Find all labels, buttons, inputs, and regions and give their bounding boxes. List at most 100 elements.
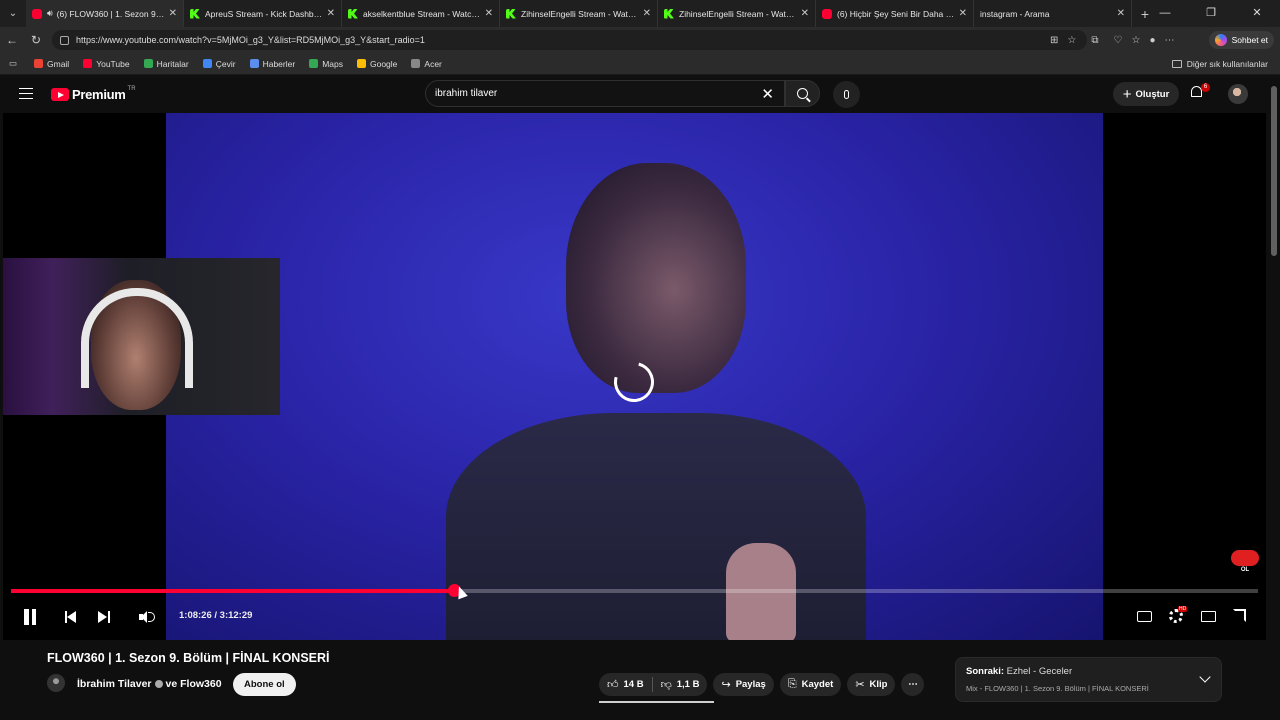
tab-title: (6) FLOW360 | 1. Sezon 9. Bölü	[56, 8, 165, 19]
page-scrollbar[interactable]	[1268, 76, 1280, 720]
bookmark-label: Haberler	[262, 58, 296, 69]
pause-icon[interactable]	[23, 609, 37, 625]
browser-tab[interactable]: (6) Hiçbir Şey Seni Bir Daha Etkileye ✕	[816, 0, 974, 27]
performer-head	[566, 163, 746, 393]
menu-icon[interactable]	[19, 88, 33, 99]
tab-title: ZihinselEngelli Stream - Watch Live	[679, 8, 797, 19]
search-button[interactable]	[785, 80, 820, 107]
bookmark-item[interactable]: Maps	[309, 59, 343, 69]
close-tab-icon[interactable]: ✕	[643, 8, 651, 19]
notifications-button[interactable]: 6	[1191, 83, 1210, 100]
clip-button[interactable]: ✂ Klip	[847, 673, 896, 696]
bookmark-item[interactable]: Acer	[411, 58, 442, 69]
previous-icon[interactable]	[65, 611, 77, 623]
address-toolbar: ← ↻ https://www.youtube.com/watch?v=5MjM…	[0, 27, 1280, 53]
verified-icon	[154, 680, 163, 689]
browser-tab[interactable]: ZihinselEngelli Stream - Watch Live ✕	[658, 0, 816, 27]
browser-tab[interactable]: ApreuS Stream - Kick Dashboard ✕	[184, 0, 342, 27]
address-bar[interactable]: https://www.youtube.com/watch?v=5MjMOi_g…	[52, 30, 1087, 50]
account-avatar[interactable]	[1228, 84, 1248, 104]
settings-gear-icon[interactable]: HD	[1169, 606, 1188, 625]
refresh-button[interactable]: ↻	[24, 33, 48, 47]
favorites-icon[interactable]: ☆	[1131, 35, 1140, 46]
subscribe-watermark[interactable]: ABONE OL	[1231, 550, 1259, 576]
clear-search-icon[interactable]: ✕	[761, 85, 774, 103]
dislike-button[interactable]: 👎︎ 1,1 B	[653, 673, 708, 696]
bookmark-favicon-icon	[309, 59, 319, 68]
bookmark-favicon-icon	[356, 59, 366, 68]
browser-tab[interactable]: ZihinselEngelli Stream - Watch Live ✕	[500, 0, 658, 27]
bookmark-item[interactable]: Google	[356, 59, 397, 69]
close-tab-icon[interactable]: ✕	[1117, 8, 1125, 19]
fullscreen-icon[interactable]	[1233, 609, 1249, 625]
channel-name[interactable]: İbrahim Tilaver ve Flow360	[77, 678, 222, 690]
bookmark-item[interactable]: YouTube	[83, 59, 130, 69]
video-details: FLOW360 | 1. Sezon 9. Bölüm | FİNAL KONS…	[0, 640, 1280, 720]
url-text: https://www.youtube.com/watch?v=5MjMOi_g…	[76, 35, 425, 45]
bookmark-label: Çevir	[215, 58, 236, 69]
site-info-icon[interactable]	[60, 35, 69, 45]
up-next-card[interactable]: Sonraki: Ezhel - Geceler Mix - FLOW360 |…	[955, 657, 1222, 702]
more-actions-button[interactable]: ⋯	[901, 673, 925, 696]
thumbs-up-icon: 👍︎	[607, 679, 619, 691]
volume-icon[interactable]	[139, 611, 155, 623]
share-button[interactable]: ↪ Paylaş	[713, 673, 774, 696]
browser-tab[interactable]: akselkentblue Stream - Watch Live ✕	[342, 0, 500, 27]
bookmark-item[interactable]: Haberler	[249, 58, 296, 69]
bookmark-item[interactable]: Çevir	[202, 58, 236, 69]
copilot-button[interactable]: Sohbet et	[1208, 31, 1274, 49]
back-button[interactable]: ←	[0, 33, 24, 47]
extensions-icon[interactable]: ⧉	[1091, 35, 1098, 46]
minimize-button[interactable]: —	[1142, 0, 1188, 27]
close-tab-icon[interactable]: ✕	[485, 8, 493, 19]
close-tab-icon[interactable]: ✕	[327, 8, 335, 19]
like-button[interactable]: 👍︎ 14 B	[599, 673, 652, 696]
bookmark-favicon-icon	[34, 59, 43, 68]
youtube-play-icon	[51, 88, 69, 101]
bookmark-item[interactable]: Haritalar	[143, 58, 189, 69]
next-icon[interactable]	[98, 611, 110, 623]
video-player[interactable]: ABONE OL 1:08:26 / 3:12:29 HD	[3, 113, 1266, 640]
like-dislike-group: 👍︎ 14 B 👎︎ 1,1 B	[599, 673, 708, 696]
tab-actions-menu[interactable]: ⌄	[0, 0, 26, 27]
speaker-icon[interactable]: 🔊︎	[47, 8, 53, 19]
close-tab-icon[interactable]: ✕	[169, 8, 177, 19]
restore-button[interactable]: ❐	[1188, 0, 1234, 27]
profile-icon[interactable]: ●	[1149, 35, 1155, 46]
browser-tab[interactable]: instagram - Arama ✕	[974, 0, 1132, 27]
theater-mode-icon[interactable]	[1201, 609, 1217, 625]
progress-bar[interactable]	[11, 584, 1258, 597]
scrollbar-thumb[interactable]	[1271, 86, 1277, 256]
bookmark-favicon-icon	[143, 59, 153, 68]
close-tab-icon[interactable]: ✕	[801, 8, 809, 19]
tab-list: 🔊︎(6) FLOW360 | 1. Sezon 9. Bölü✕ApreuS …	[26, 0, 1132, 27]
chevron-down-icon[interactable]	[1199, 671, 1211, 683]
favorite-star-icon[interactable]: ☆	[1067, 35, 1076, 46]
bookmark-icon: ⎘	[787, 678, 797, 690]
player-controls: 1:08:26 / 3:12:29 HD	[3, 603, 1266, 631]
video-title: FLOW360 | 1. Sezon 9. Bölüm | FİNAL KONS…	[47, 651, 330, 665]
youtube-icon	[32, 8, 42, 19]
bookmark-item[interactable]: Gmail	[34, 59, 69, 69]
bookmark-label: Acer	[424, 58, 442, 69]
close-window-button[interactable]: ✕	[1234, 0, 1280, 27]
time-display: 1:08:26 / 3:12:29	[179, 610, 253, 621]
browser-tab[interactable]: 🔊︎(6) FLOW360 | 1. Sezon 9. Bölü ✕	[26, 0, 184, 27]
progress-played	[11, 589, 454, 593]
settings-more-icon[interactable]: ⋯	[1164, 35, 1174, 46]
subscribe-button[interactable]: Abone ol	[233, 673, 296, 696]
close-tab-icon[interactable]: ✕	[959, 8, 967, 19]
youtube-premium-logo[interactable]: Premium TR	[51, 86, 136, 102]
kick-icon	[348, 8, 358, 19]
bookmark-label: Haritalar	[156, 58, 189, 69]
channel-avatar[interactable]	[47, 674, 65, 692]
reading-view-icon[interactable]: ▭	[0, 58, 26, 69]
create-button[interactable]: + Oluştur	[1113, 82, 1179, 106]
browser-essentials-icon[interactable]: ♡	[1114, 35, 1123, 46]
search-input[interactable]: ibrahim tilaver ✕	[425, 80, 785, 107]
other-bookmarks[interactable]: Diğer sık kullanılanlar	[1171, 53, 1268, 75]
save-button[interactable]: ⎘ Kaydet	[779, 673, 842, 696]
voice-search-button[interactable]	[833, 81, 860, 108]
app-available-icon[interactable]: ⊞	[1050, 35, 1058, 46]
subtitles-icon[interactable]	[1137, 609, 1153, 625]
